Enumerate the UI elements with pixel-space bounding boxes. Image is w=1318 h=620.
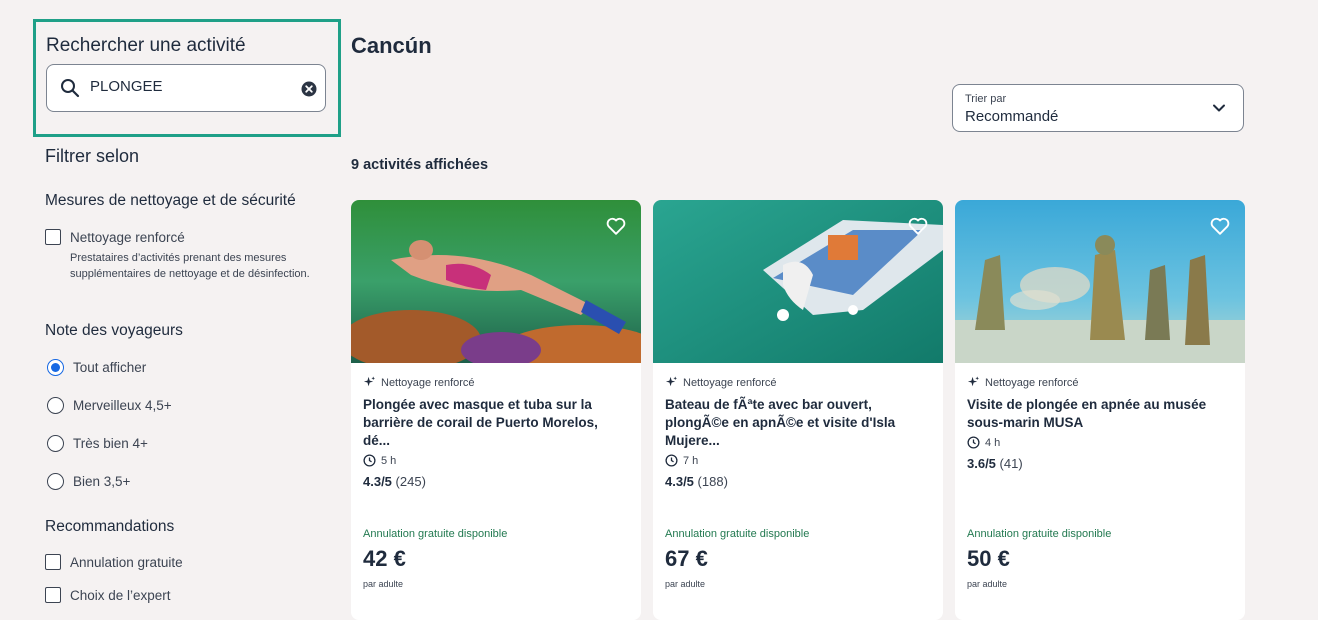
sort-value[interactable]: Recommandé <box>965 108 1058 125</box>
recommendations-section-title: Recommandations <box>45 518 175 535</box>
activity-card[interactable]: Nettoyage renforcé Visite de plongée en … <box>955 200 1245 620</box>
results-count: 9 activités affichées <box>351 157 489 173</box>
cleaning-badge: Nettoyage renforcé <box>665 376 777 389</box>
activity-image[interactable] <box>653 200 943 363</box>
rating-score: 4.3/5 <box>363 474 392 489</box>
cleaning-badge-label: Nettoyage renforcé <box>683 376 777 389</box>
sort-dropdown[interactable]: Trier par Recommandé <box>952 84 1244 132</box>
cleaning-checkbox-label[interactable]: Nettoyage renforcé <box>70 230 185 245</box>
free-cancellation-note: Annulation gratuite disponible <box>665 528 810 540</box>
rating-option-45[interactable]: Merveilleux 4,5+ <box>47 397 172 414</box>
cleaning-section-title: Mesures de nettoyage et de sécurité <box>45 192 296 209</box>
search-title: Rechercher une activité <box>46 35 246 56</box>
clock-icon <box>967 436 980 449</box>
search-input[interactable] <box>90 78 290 95</box>
rating-option-label[interactable]: Tout afficher <box>73 360 146 375</box>
rating-option-label[interactable]: Bien 3,5+ <box>73 474 130 489</box>
price-unit: par adulte <box>363 579 404 589</box>
rating-option-label[interactable]: Très bien 4+ <box>73 436 148 451</box>
sort-label: Trier par <box>965 93 1007 105</box>
rating-option-35[interactable]: Bien 3,5+ <box>47 473 130 490</box>
free-cancellation-note: Annulation gratuite disponible <box>967 528 1112 540</box>
cleaning-badge-label: Nettoyage renforcé <box>381 376 475 389</box>
expert-choice-checkbox[interactable] <box>45 587 61 603</box>
activity-title[interactable]: Plongée avec masque et tuba sur la barri… <box>363 396 625 450</box>
heart-icon[interactable] <box>1209 215 1231 237</box>
sparkle-icon <box>967 376 980 387</box>
duration-label: 7 h <box>683 454 699 467</box>
price-unit: par adulte <box>665 579 706 589</box>
duration: 5 h <box>363 454 396 467</box>
radio-selected[interactable] <box>47 359 64 376</box>
rating: 3.6/5 (41) <box>967 456 1023 471</box>
expert-choice-label[interactable]: Choix de l’expert <box>70 588 171 603</box>
price: 50 € <box>967 546 1010 571</box>
review-count: (188) <box>697 474 728 489</box>
rating-option-4[interactable]: Très bien 4+ <box>47 435 148 452</box>
cleaning-description: Prestataires d’activités prenant des mes… <box>70 252 310 280</box>
rating: 4.3/5 (188) <box>665 474 728 489</box>
radio[interactable] <box>47 435 64 452</box>
clock-icon <box>665 454 678 467</box>
activity-image[interactable] <box>351 200 641 363</box>
radio[interactable] <box>47 473 64 490</box>
review-count: (41) <box>999 456 1023 471</box>
heart-icon[interactable] <box>907 215 929 237</box>
free-cancellation-label[interactable]: Annulation gratuite <box>70 555 183 570</box>
activity-title[interactable]: Visite de plongée en apnée au musée sous… <box>967 396 1229 432</box>
rating-score: 4.3/5 <box>665 474 694 489</box>
heart-icon[interactable] <box>605 215 627 237</box>
free-cancellation-note: Annulation gratuite disponible <box>363 528 508 540</box>
page-title: Cancún <box>351 33 432 58</box>
filter-title: Filtrer selon <box>45 146 140 166</box>
sparkle-icon <box>665 376 678 387</box>
activity-title[interactable]: Bateau de fÃªte avec bar ouvert, plongÃ©… <box>665 396 927 450</box>
search-panel: Rechercher une activité <box>33 19 341 137</box>
clock-icon <box>363 454 376 467</box>
free-cancellation-checkbox-row[interactable]: Annulation gratuite <box>45 554 183 570</box>
rating: 4.3/5 (245) <box>363 474 426 489</box>
sidebar: Rechercher une activité Filtrer selon Me… <box>0 0 341 603</box>
cleaning-checkbox[interactable] <box>45 229 61 245</box>
activity-image[interactable] <box>955 200 1245 363</box>
expert-choice-checkbox-row[interactable]: Choix de l’expert <box>45 587 171 603</box>
activity-card[interactable]: Nettoyage renforcé Plongée avec masque e… <box>351 200 641 620</box>
search-icon <box>61 79 80 98</box>
activity-card[interactable]: Nettoyage renforcé Bateau de fÃªte avec … <box>653 200 943 620</box>
rating-score: 3.6/5 <box>967 456 996 471</box>
price-unit: par adulte <box>967 579 1008 589</box>
radio[interactable] <box>47 397 64 414</box>
price: 67 € <box>665 546 708 571</box>
rating-option-all[interactable]: Tout afficher <box>47 359 146 376</box>
cleaning-badge: Nettoyage renforcé <box>967 376 1079 389</box>
cleaning-checkbox-row[interactable]: Nettoyage renforcé <box>45 229 185 245</box>
duration-label: 4 h <box>985 436 1001 449</box>
rating-section-title: Note des voyageurs <box>45 322 183 339</box>
chevron-down-icon[interactable] <box>1212 101 1226 115</box>
price: 42 € <box>363 546 406 571</box>
rating-option-label[interactable]: Merveilleux 4,5+ <box>73 398 172 413</box>
clear-icon[interactable] <box>301 81 317 97</box>
search-field[interactable] <box>46 64 326 112</box>
duration: 7 h <box>665 454 698 467</box>
free-cancellation-checkbox[interactable] <box>45 554 61 570</box>
cleaning-badge: Nettoyage renforcé <box>363 376 475 389</box>
sparkle-icon <box>363 376 376 387</box>
duration-label: 5 h <box>381 454 397 467</box>
review-count: (245) <box>395 474 426 489</box>
duration: 4 h <box>967 436 1000 449</box>
cleaning-badge-label: Nettoyage renforcé <box>985 376 1079 389</box>
